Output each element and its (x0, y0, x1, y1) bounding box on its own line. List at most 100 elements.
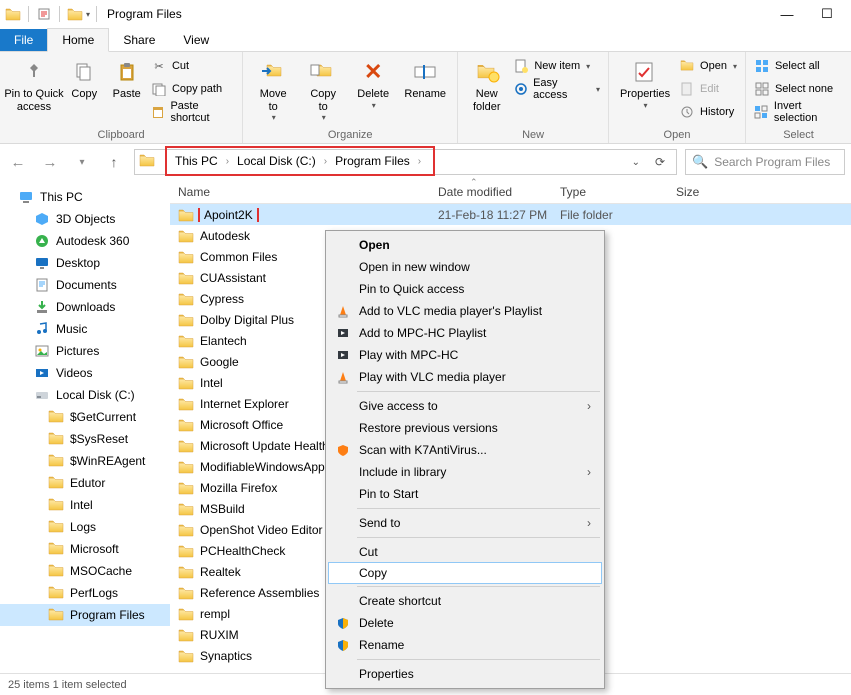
qat-dropdown-icon[interactable]: ▾ (86, 10, 90, 19)
sidebar-item[interactable]: Desktop (0, 252, 170, 274)
breadcrumb-item[interactable]: Program Files (333, 154, 412, 168)
move-to-button[interactable]: Move to▾ (251, 56, 295, 122)
column-type[interactable]: Type (552, 185, 668, 199)
context-menu-item[interactable]: Open (329, 234, 601, 256)
rename-button[interactable]: Rename (401, 56, 449, 101)
chevron-right-icon[interactable]: › (412, 156, 427, 167)
tab-view[interactable]: View (169, 29, 223, 51)
context-menu-item[interactable]: Rename (329, 634, 601, 656)
context-menu-item[interactable]: Properties (329, 663, 601, 685)
forward-button[interactable]: → (38, 150, 62, 174)
cut-button[interactable]: ✂Cut (151, 56, 234, 76)
context-menu-item[interactable]: Play with MPC-HC (329, 344, 601, 366)
sidebar-item[interactable]: Videos (0, 362, 170, 384)
context-menu-item[interactable]: Delete (329, 612, 601, 634)
context-menu-item[interactable]: Include in library› (329, 461, 601, 483)
navigation-pane[interactable]: This PC 3D Objects Autodesk 360DesktopDocu… (0, 180, 170, 673)
titlebar: ▾ Program Files ― ☐ (0, 0, 851, 28)
context-menu-item[interactable]: Pin to Start (329, 483, 601, 505)
delete-button[interactable]: ✕ Delete▾ (351, 56, 395, 110)
new-item-button[interactable]: New item▾ (513, 56, 600, 76)
minimize-button[interactable]: ― (767, 3, 807, 25)
context-menu-item[interactable]: Open in new window (329, 256, 601, 278)
sidebar-item[interactable]: Local Disk (C:) (0, 384, 170, 406)
back-button[interactable]: ← (6, 150, 30, 174)
invert-selection-button[interactable]: Invert selection (754, 102, 843, 122)
sidebar-item[interactable]: Program Files (0, 604, 170, 626)
sidebar-item[interactable]: Music (0, 318, 170, 340)
sidebar-item[interactable]: Downloads (0, 296, 170, 318)
recent-locations-button[interactable]: ▾ (70, 150, 94, 174)
up-button[interactable]: ↑ (102, 150, 126, 174)
paste-shortcut-button[interactable]: Paste shortcut (151, 102, 234, 122)
sidebar-item[interactable]: MSOCache (0, 560, 170, 582)
qat-properties-icon[interactable] (35, 5, 53, 23)
sidebar-item[interactable]: 3D Objects (0, 208, 170, 230)
context-menu-label: Create shortcut (359, 594, 441, 608)
column-name[interactable]: Name (170, 185, 430, 199)
copy-path-button[interactable]: Copy path (151, 79, 234, 99)
sidebar-item[interactable]: Intel (0, 494, 170, 516)
sidebar-item-icon (34, 233, 50, 249)
sidebar-item[interactable]: Edutor (0, 472, 170, 494)
context-menu-item[interactable]: Scan with K7AntiVirus... (329, 439, 601, 461)
context-menu-item[interactable]: Give access to› (329, 395, 601, 417)
sidebar-item-icon (48, 409, 64, 425)
refresh-button[interactable]: ⟳ (648, 150, 672, 174)
sidebar-item[interactable]: Documents (0, 274, 170, 296)
context-menu-item[interactable]: Play with VLC media player (329, 366, 601, 388)
file-row[interactable]: Apoint2K21-Feb-18 11:27 PMFile folder (170, 204, 851, 225)
sidebar-item[interactable]: Logs (0, 516, 170, 538)
sidebar-item[interactable]: $GetCurrent (0, 406, 170, 428)
sidebar-item[interactable]: This PC (0, 186, 170, 208)
copy-to-button[interactable]: Copy to▾ (301, 56, 345, 122)
breadcrumb-item[interactable]: This PC (173, 154, 220, 168)
chevron-right-icon[interactable]: › (318, 156, 333, 167)
qat-new-folder-icon[interactable] (66, 5, 84, 23)
history-button[interactable]: History (679, 102, 737, 122)
search-box[interactable]: 🔍 Search Program Files (685, 149, 845, 175)
context-menu-item[interactable]: Cut (329, 541, 601, 563)
column-headers[interactable]: ⌃ Name Date modified Type Size (170, 180, 851, 204)
sidebar-item[interactable]: $SysReset (0, 428, 170, 450)
paste-button[interactable]: Paste (108, 56, 144, 101)
address-dropdown-icon[interactable]: ⌄ (632, 157, 640, 168)
new-folder-button[interactable]: New folder (466, 56, 507, 113)
tab-share[interactable]: Share (109, 29, 169, 51)
sidebar-item[interactable]: Pictures (0, 340, 170, 362)
select-none-button[interactable]: Select none (754, 79, 843, 99)
new-folder-icon (471, 58, 503, 86)
column-date[interactable]: Date modified (430, 185, 552, 199)
context-menu-item[interactable]: Pin to Quick access (329, 278, 601, 300)
properties-button[interactable]: Properties▾ (617, 56, 673, 110)
sidebar-item[interactable]: Microsoft (0, 538, 170, 560)
context-menu-item[interactable]: Send to› (329, 512, 601, 534)
context-menu-item[interactable]: Add to MPC-HC Playlist (329, 322, 601, 344)
context-menu[interactable]: OpenOpen in new windowPin to Quick acces… (325, 230, 605, 689)
sidebar-item[interactable]: $WinREAgent (0, 450, 170, 472)
chevron-right-icon[interactable]: › (220, 156, 235, 167)
open-button[interactable]: Open▾ (679, 56, 737, 76)
file-name: RUXIM (200, 628, 239, 642)
pin-to-quick-access-button[interactable]: Pin to Quick access (8, 56, 60, 113)
column-size[interactable]: Size (668, 185, 738, 199)
tab-home[interactable]: Home (47, 28, 109, 52)
sidebar-item-label: 3D Objects (56, 212, 115, 226)
context-menu-item[interactable]: Create shortcut (329, 590, 601, 612)
copy-button[interactable]: Copy (66, 56, 102, 101)
breadcrumb-item[interactable]: Local Disk (C:) (235, 154, 318, 168)
sidebar-item[interactable]: Autodesk 360 (0, 230, 170, 252)
search-placeholder: Search Program Files (714, 155, 830, 169)
context-menu-separator (357, 391, 600, 392)
context-menu-item[interactable]: Copy (328, 562, 602, 584)
context-menu-item[interactable]: Add to VLC media player's Playlist (329, 300, 601, 322)
sidebar-item-icon (34, 277, 50, 293)
easy-access-button[interactable]: Easy access▾ (513, 79, 600, 99)
maximize-button[interactable]: ☐ (807, 3, 847, 25)
select-all-button[interactable]: Select all (754, 56, 843, 76)
address-bar[interactable]: This PC › Local Disk (C:) › Program File… (134, 149, 677, 175)
sidebar-item[interactable]: PerfLogs (0, 582, 170, 604)
sidebar-item-icon (34, 387, 50, 403)
context-menu-item[interactable]: Restore previous versions (329, 417, 601, 439)
tab-file[interactable]: File (0, 29, 47, 51)
